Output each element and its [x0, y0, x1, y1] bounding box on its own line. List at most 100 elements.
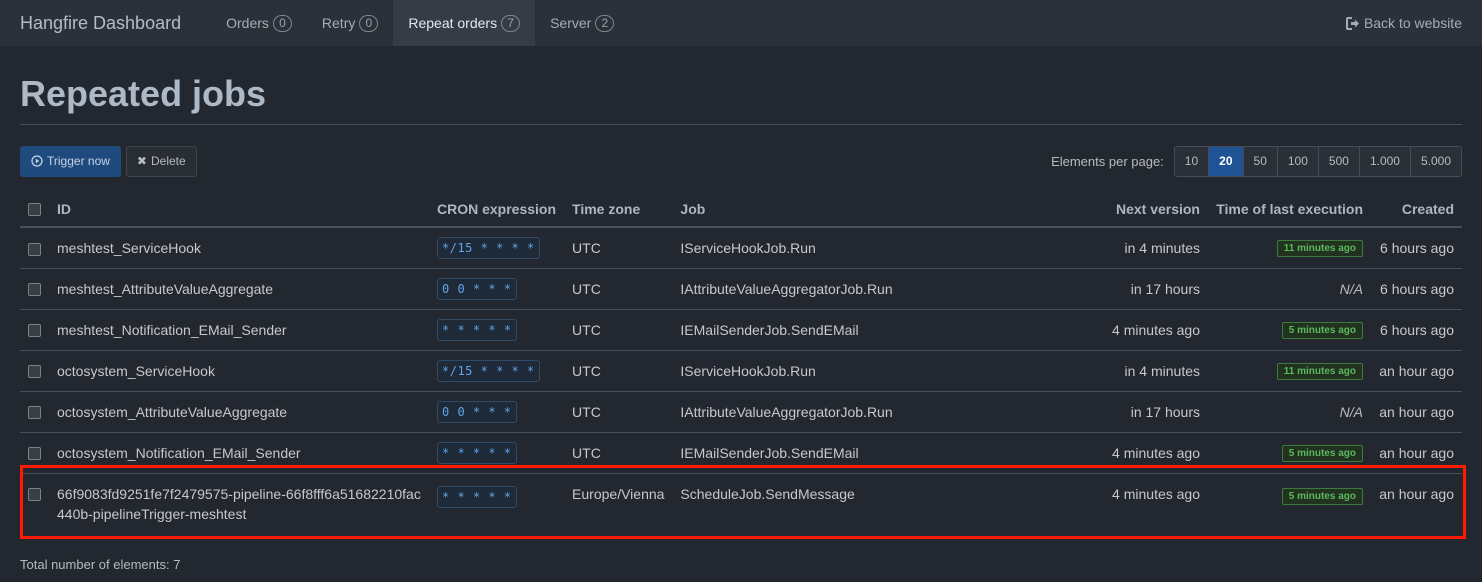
brand-title[interactable]: Hangfire Dashboard: [0, 0, 201, 46]
job-id: meshtest_Notification_EMail_Sender: [49, 309, 429, 351]
back-to-website-link[interactable]: Back to website: [1345, 0, 1482, 46]
timezone-cell: UTC: [564, 391, 673, 433]
job-id: octosystem_ServiceHook: [49, 350, 429, 392]
nav-item-server[interactable]: Server 2: [535, 0, 629, 46]
header-timezone[interactable]: Time zone: [564, 191, 673, 228]
next-execution-cell: 4 minutes ago: [1048, 309, 1208, 351]
next-execution-cell: 4 minutes ago: [1048, 432, 1208, 474]
row-checkbox[interactable]: [28, 447, 41, 461]
last-execution-badge: 11 minutes ago: [1276, 363, 1363, 380]
top-navbar: Hangfire Dashboard Orders 0 Retry 0 Repe…: [0, 0, 1482, 46]
header-created[interactable]: Created: [1371, 191, 1462, 228]
cron-expression: */15 * * * *: [437, 236, 540, 259]
cron-expression: 0 0 * * *: [437, 277, 517, 300]
nav-count-badge: 7: [501, 14, 521, 32]
row-checkbox[interactable]: [28, 324, 41, 338]
next-execution-cell: in 17 hours: [1048, 268, 1208, 310]
trigger-now-label: Trigger now: [47, 154, 110, 168]
created-cell: an hour ago: [1379, 485, 1454, 502]
per-page-option-10[interactable]: 10: [1174, 146, 1209, 176]
per-page-option-100[interactable]: 100: [1276, 146, 1318, 176]
cron-cell: */15 * * * *: [429, 227, 565, 269]
last-execution-cell: 5 minutes ago: [1208, 473, 1371, 543]
nav-item-label: Orders: [226, 15, 269, 31]
job-id: octosystem_AttributeValueAggregate: [49, 391, 429, 433]
cron-cell: 0 0 * * *: [429, 268, 565, 310]
table-row[interactable]: meshtest_ServiceHook */15 * * * * UTC IServ…: [20, 227, 1462, 269]
created-cell: an hour ago: [1371, 350, 1462, 392]
created-cell: 6 hours ago: [1371, 268, 1462, 310]
table-row[interactable]: 66f9083fd9251fe7f2479575-pipeline-66f8ff…: [20, 473, 1462, 543]
nav-item-orders[interactable]: Orders 0: [211, 0, 307, 46]
select-cell: [20, 432, 49, 474]
timezone-cell: UTC: [564, 309, 673, 351]
header-next[interactable]: Next version: [1048, 191, 1208, 228]
page-title: Repeated jobs: [20, 73, 1462, 125]
created-cell: 6 hours ago: [1371, 227, 1462, 269]
table-row[interactable]: meshtest_AttributeValueAggregate 0 0 * * …: [20, 268, 1462, 310]
cron-cell: 0 0 * * *: [429, 391, 565, 433]
row-checkbox[interactable]: [28, 406, 41, 420]
table-row[interactable]: octosystem_ServiceHook */15 * * * * UTC ISe…: [20, 350, 1462, 392]
job-cell: IServiceHookJob.Run: [672, 350, 1048, 392]
per-page-option-20[interactable]: 20: [1208, 146, 1243, 176]
timezone-cell: UTC: [564, 432, 673, 474]
job-id: 66f9083fd9251fe7f2479575-pipeline-66f8ff…: [57, 485, 421, 522]
timezone-cell: Europe/Vienna: [572, 485, 665, 502]
select-cell: [20, 473, 49, 543]
job-cell: IAttributeValueAggregatorJob.Run: [672, 268, 1048, 310]
cron-expression: */15 * * * *: [437, 359, 540, 382]
job-cell: IEMailSenderJob.SendEMail: [672, 309, 1048, 351]
table-row[interactable]: octosystem_Notification_EMail_Sender * * …: [20, 432, 1462, 474]
header-last[interactable]: Time of last execution: [1208, 191, 1371, 228]
table-row[interactable]: meshtest_Notification_EMail_Sender * * * …: [20, 309, 1462, 351]
job-id: meshtest_ServiceHook: [49, 227, 429, 269]
trigger-now-button[interactable]: Trigger now: [20, 145, 121, 177]
last-execution-cell: N/A: [1208, 391, 1371, 433]
row-checkbox[interactable]: [28, 283, 41, 297]
header-job[interactable]: Job: [672, 191, 1048, 228]
table-row[interactable]: octosystem_AttributeValueAggregate 0 0 * …: [20, 391, 1462, 433]
select-cell: [20, 309, 49, 351]
timezone-cell: UTC: [564, 268, 673, 310]
delete-button[interactable]: ✖ Delete: [125, 145, 197, 177]
play-circle-icon: [31, 155, 43, 167]
nav-count-badge: 2: [595, 14, 615, 32]
nav-item-repeat-orders[interactable]: Repeat orders 7: [393, 0, 536, 46]
per-page-option-1000[interactable]: 1.000: [1358, 146, 1410, 176]
row-checkbox[interactable]: [28, 488, 41, 502]
delete-label: Delete: [150, 154, 186, 168]
toolbar: Trigger now ✖ Delete Elements per page: …: [20, 145, 1462, 177]
select-cell: [20, 268, 49, 310]
job-cell: ScheduleJob.SendMessage: [680, 485, 855, 502]
next-execution-cell: in 4 minutes: [1048, 350, 1208, 392]
row-checkbox[interactable]: [28, 365, 41, 379]
cron-cell: */15 * * * *: [429, 350, 565, 392]
next-execution-cell: in 17 hours: [1048, 391, 1208, 433]
per-page-option-50[interactable]: 50: [1242, 146, 1277, 176]
job-cell: IEMailSenderJob.SendEMail: [672, 432, 1048, 474]
last-execution-na: N/A: [1339, 280, 1363, 297]
created-cell: an hour ago: [1371, 391, 1462, 433]
header-cron[interactable]: CRON expression: [429, 191, 565, 228]
cron-expression: 0 0 * * *: [437, 400, 517, 423]
nav-count-badge: 0: [272, 14, 292, 32]
select-cell: [20, 350, 49, 392]
job-id: octosystem_Notification_EMail_Sender: [49, 432, 429, 474]
cron-cell: * * * * *: [429, 432, 565, 474]
nav-item-label: Server: [550, 15, 592, 31]
job-cell: IAttributeValueAggregatorJob.Run: [672, 391, 1048, 433]
main-content: Repeated jobs Trigger now ✖ Delete Eleme…: [0, 73, 1482, 572]
nav-item-retry[interactable]: Retry 0: [307, 0, 393, 46]
cron-expression: * * * * *: [437, 441, 517, 464]
job-id: meshtest_AttributeValueAggregate: [49, 268, 429, 310]
per-page-option-500[interactable]: 500: [1317, 146, 1359, 176]
header-select-cell: [20, 191, 49, 228]
per-page-option-5000[interactable]: 5.000: [1409, 146, 1461, 176]
select-all-checkbox[interactable]: [28, 203, 41, 217]
created-cell: an hour ago: [1371, 432, 1462, 474]
last-execution-na: N/A: [1339, 403, 1363, 420]
select-cell: [20, 391, 49, 433]
header-id[interactable]: ID: [49, 191, 429, 228]
row-checkbox[interactable]: [28, 242, 41, 256]
